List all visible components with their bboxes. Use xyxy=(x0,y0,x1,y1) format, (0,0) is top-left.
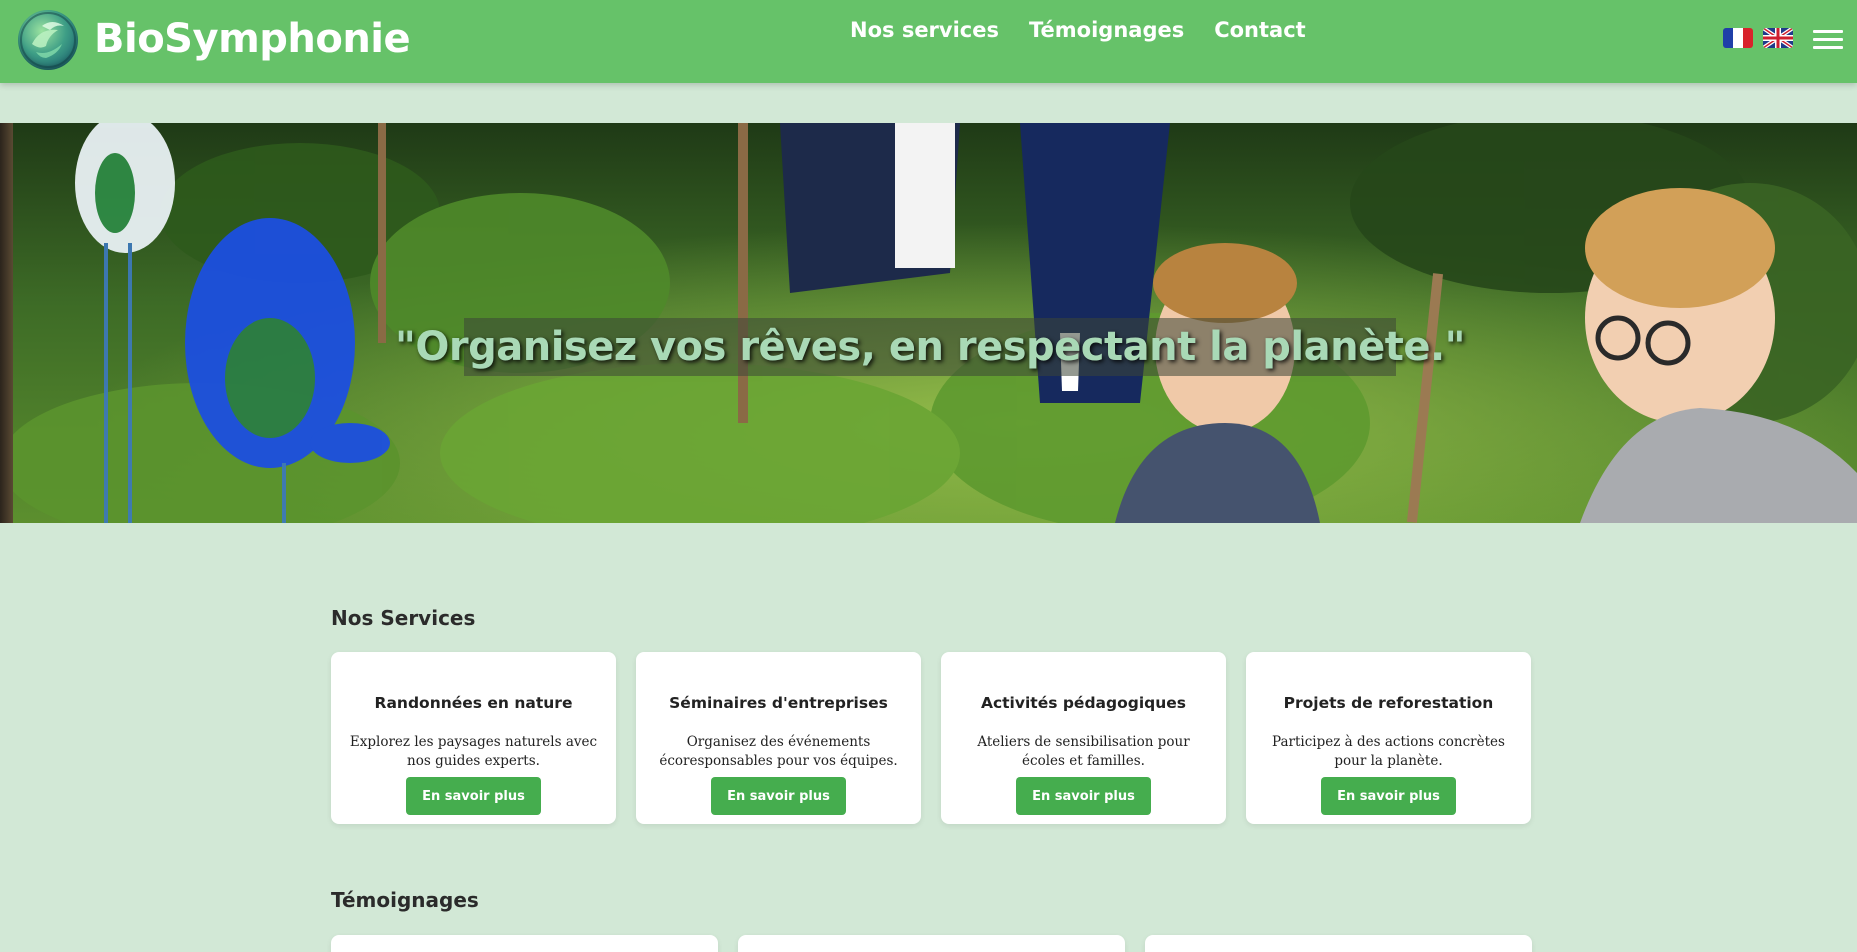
service-card-hiking: Randonnées en nature Explorez les paysag… xyxy=(331,652,616,824)
french-flag-icon[interactable] xyxy=(1723,28,1753,48)
testimonial-card xyxy=(331,935,718,952)
learn-more-button[interactable]: En savoir plus xyxy=(711,777,846,815)
leaf-globe-icon[interactable] xyxy=(18,10,78,70)
main-nav: Nos services Témoignages Contact xyxy=(850,18,1306,42)
service-card-description: Participez à des actions concrètes pour … xyxy=(1272,734,1505,769)
service-card-title: Séminaires d'entreprises xyxy=(669,694,888,712)
service-card-description: Explorez les paysages naturels avec nos … xyxy=(349,734,598,769)
service-card-description: Ateliers de sensibilisation pour écoles … xyxy=(977,734,1190,769)
nav-link-testimonials[interactable]: Témoignages xyxy=(1029,18,1184,42)
service-card-education: Activités pédagogiques Ateliers de sensi… xyxy=(941,652,1226,824)
service-card-description: Organisez des événements écoresponsables… xyxy=(659,734,898,769)
testimonial-card xyxy=(1145,935,1532,952)
testimonial-card xyxy=(738,935,1125,952)
nav-link-services[interactable]: Nos services xyxy=(850,18,999,42)
learn-more-button[interactable]: En savoir plus xyxy=(406,777,541,815)
learn-more-button[interactable]: En savoir plus xyxy=(1016,777,1151,815)
nav-link-contact[interactable]: Contact xyxy=(1214,18,1306,42)
hero-quote: "Organisez vos rêves, en respectant la p… xyxy=(395,324,1465,370)
learn-more-button[interactable]: En savoir plus xyxy=(1321,777,1456,815)
site-header: BioSymphonie Nos services Témoignages Co… xyxy=(0,0,1857,83)
service-card-seminars: Séminaires d'entreprises Organisez des é… xyxy=(636,652,921,824)
testimonials-cards xyxy=(331,935,1532,952)
uk-flag-icon[interactable] xyxy=(1763,28,1793,48)
service-card-reforestation: Projets de reforestation Participez à de… xyxy=(1246,652,1531,824)
services-cards: Randonnées en nature Explorez les paysag… xyxy=(331,652,1531,824)
hero-banner: "Organisez vos rêves, en respectant la p… xyxy=(0,123,1857,523)
service-card-title: Randonnées en nature xyxy=(374,694,573,712)
services-section-title: Nos Services xyxy=(331,606,476,630)
testimonials-section-title: Témoignages xyxy=(331,888,479,912)
service-card-title: Projets de reforestation xyxy=(1283,694,1494,712)
hamburger-menu-icon[interactable] xyxy=(1813,30,1843,50)
brand-name[interactable]: BioSymphonie xyxy=(94,16,411,62)
service-card-title: Activités pédagogiques xyxy=(980,694,1187,712)
